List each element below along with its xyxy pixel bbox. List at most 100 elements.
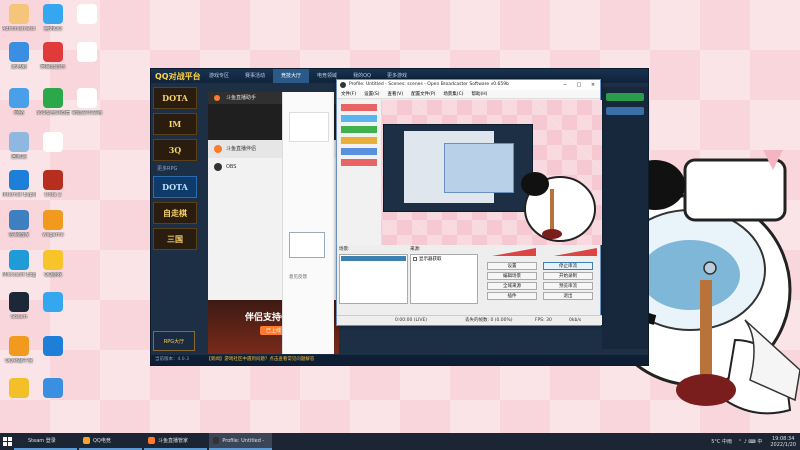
game-tile[interactable]: 3Q bbox=[153, 139, 197, 161]
desktop-icon-label: QQ游戏 bbox=[44, 272, 62, 278]
taskbar-app[interactable]: Steam 登录 bbox=[14, 433, 77, 450]
desktop-icon[interactable]: wegame bbox=[36, 210, 70, 238]
desktop-icon-label: wegame bbox=[42, 232, 64, 238]
source-item[interactable]: 显示器获取 bbox=[411, 255, 477, 263]
taskbar-app[interactable]: 斗鱼直播管家 bbox=[144, 433, 207, 450]
obs-menu-item[interactable]: 查看(V) bbox=[383, 90, 407, 98]
qq-tab[interactable]: 竞技大厅 bbox=[273, 69, 310, 83]
app-icon bbox=[9, 132, 29, 152]
desktop-icon[interactable]: Microsoft Edge bbox=[2, 250, 36, 278]
app-icon bbox=[9, 378, 29, 398]
desktop-icon[interactable]: 控制面板 bbox=[2, 210, 36, 238]
douyu-dialog-box bbox=[289, 232, 325, 258]
desktop-icon[interactable]: Administrator bbox=[2, 4, 36, 32]
obs-button[interactable]: 停止串流 bbox=[543, 262, 593, 270]
window-controls: − □ × bbox=[558, 80, 600, 90]
desktop-icon[interactable] bbox=[36, 378, 70, 400]
desktop-icon[interactable]: Steam bbox=[2, 292, 36, 320]
preview-panda-image bbox=[521, 172, 596, 242]
rpg-lobby-button[interactable]: RPG大厅 bbox=[153, 331, 195, 351]
obs-menu-item[interactable]: 设置(S) bbox=[360, 90, 383, 98]
taskbar-app[interactable]: Profile: Untitled - ... bbox=[209, 433, 272, 450]
game-tile[interactable]: IM bbox=[153, 113, 197, 135]
bitrate-readout: 0kb/s bbox=[569, 318, 582, 323]
desktop-icon-label: 控制面板 bbox=[8, 232, 29, 238]
desktop-icon-label: Microsoft Edge bbox=[2, 272, 36, 278]
douyu-content-area: 意见反馈 bbox=[282, 92, 334, 354]
desktop-icon[interactable]: QQ游戏 bbox=[36, 250, 70, 278]
obs-menu-item[interactable]: 文件(F) bbox=[337, 90, 360, 98]
obs-button[interactable]: 预览串流 bbox=[543, 282, 593, 290]
app-icon bbox=[77, 88, 97, 108]
preview-icon bbox=[341, 126, 377, 133]
desktop-icon[interactable]: 此电脑 bbox=[2, 42, 36, 70]
obs-title-text: Profile: Untitled - Scenes: scenes - Ope… bbox=[349, 82, 509, 87]
desktop-icon[interactable]: Internet Explorer bbox=[2, 170, 36, 198]
taskbar-app-label: Profile: Untitled - ... bbox=[222, 437, 266, 444]
qq-online-indicator bbox=[606, 93, 644, 101]
feedback-link[interactable]: 意见反馈 bbox=[289, 274, 307, 280]
obs-button[interactable]: 开始录制 bbox=[543, 272, 593, 280]
obs-menu-bar: 文件(F) 设置(S) 查看(V) 配置文件(P) 场景集(C) 帮助(H) bbox=[337, 90, 600, 99]
douyu-companion-icon bbox=[214, 145, 222, 153]
obs-button[interactable]: 全域来源 bbox=[487, 282, 537, 290]
preview-icon bbox=[341, 115, 377, 122]
desktop-icon[interactable]: QQ对战平台 bbox=[2, 336, 36, 364]
close-icon[interactable]: × bbox=[586, 80, 600, 90]
tray-icons[interactable]: ⌃ ♪ ⌨ 中 bbox=[738, 438, 762, 445]
desktop-icon[interactable] bbox=[36, 132, 70, 154]
weather-widget[interactable]: 5°C 中雨 bbox=[711, 438, 732, 445]
obs-button[interactable]: 设置 bbox=[487, 262, 537, 270]
game-tile[interactable]: 三国 bbox=[153, 228, 197, 250]
obs-preview-left-strip bbox=[337, 100, 381, 245]
qq-friend-bar bbox=[606, 107, 644, 115]
game-tile[interactable]: DOTA bbox=[153, 176, 197, 198]
desktop-icon[interactable]: 网易云音乐 bbox=[36, 42, 70, 70]
app-icon bbox=[9, 210, 29, 230]
obs-preview-canvas[interactable] bbox=[337, 100, 602, 245]
app-icon bbox=[43, 292, 63, 312]
obs-menu-item[interactable]: 场景集(C) bbox=[439, 90, 467, 98]
qq-tab[interactable]: 游戏专区 bbox=[201, 69, 237, 83]
obs-title-bar: Profile: Untitled - Scenes: scenes - Ope… bbox=[337, 80, 600, 90]
game-tile[interactable]: DOTA bbox=[153, 87, 197, 109]
desktop-icon[interactable] bbox=[70, 42, 104, 64]
game-tile[interactable]: 自走棋 bbox=[153, 202, 197, 224]
taskbar-app[interactable]: QQ电竞 bbox=[79, 433, 142, 450]
taskbar-apps: Steam 登录 QQ电竞 斗鱼直播管家 Profile: Untitled - ..… bbox=[14, 433, 274, 450]
app-icon bbox=[43, 4, 63, 24]
douyu-logo-icon bbox=[214, 95, 220, 101]
desktop-icon[interactable]: 回收站 bbox=[2, 132, 36, 160]
desktop-icon[interactable]: 360安全浏览器 bbox=[36, 88, 70, 116]
taskbar-app-icon bbox=[83, 437, 90, 444]
preview-icon bbox=[341, 137, 377, 144]
start-button[interactable] bbox=[0, 433, 14, 450]
obs-menu-item[interactable]: 帮助(H) bbox=[467, 90, 491, 98]
desktop-icon[interactable] bbox=[70, 4, 104, 26]
obs-button[interactable]: 编辑场景 bbox=[487, 272, 537, 280]
desktop-icon[interactable]: 腾讯QQ bbox=[36, 4, 70, 32]
desktop-icon[interactable] bbox=[36, 336, 70, 358]
preview-icon bbox=[341, 148, 377, 155]
scenes-list[interactable] bbox=[339, 254, 408, 304]
obs-menu-item[interactable]: 配置文件(P) bbox=[407, 90, 439, 98]
obs-button[interactable]: 插件 bbox=[487, 292, 537, 300]
desktop-icon[interactable]: Dota 2 bbox=[36, 170, 70, 198]
clock[interactable]: 19:08:34 2022/1/20 bbox=[770, 436, 796, 448]
obs-button[interactable]: 退出 bbox=[543, 292, 593, 300]
preview-icon bbox=[341, 159, 377, 166]
qq-tab[interactable]: 赛事活动 bbox=[237, 69, 273, 83]
maximize-icon[interactable]: □ bbox=[572, 80, 586, 90]
obs-icon bbox=[214, 163, 222, 171]
desktop-icon[interactable]: 新建文本文档 bbox=[70, 88, 104, 116]
desktop-icon[interactable] bbox=[36, 292, 70, 314]
desktop-icon[interactable]: 网络 bbox=[2, 88, 36, 116]
app-icon bbox=[9, 88, 29, 108]
desktop-icon[interactable] bbox=[2, 378, 36, 400]
sources-list[interactable]: 显示器获取 bbox=[410, 254, 478, 304]
qq-news-notice[interactable]: 【新闻】游戏社区中遇到问题？点击查看常见问题解答 bbox=[206, 357, 314, 362]
scene-item-selected[interactable] bbox=[341, 256, 406, 261]
dropped-frames: 丢失的帧数: 0 (0.00%) bbox=[465, 318, 513, 323]
source-checkbox[interactable] bbox=[413, 257, 417, 261]
minimize-icon[interactable]: − bbox=[558, 80, 572, 90]
